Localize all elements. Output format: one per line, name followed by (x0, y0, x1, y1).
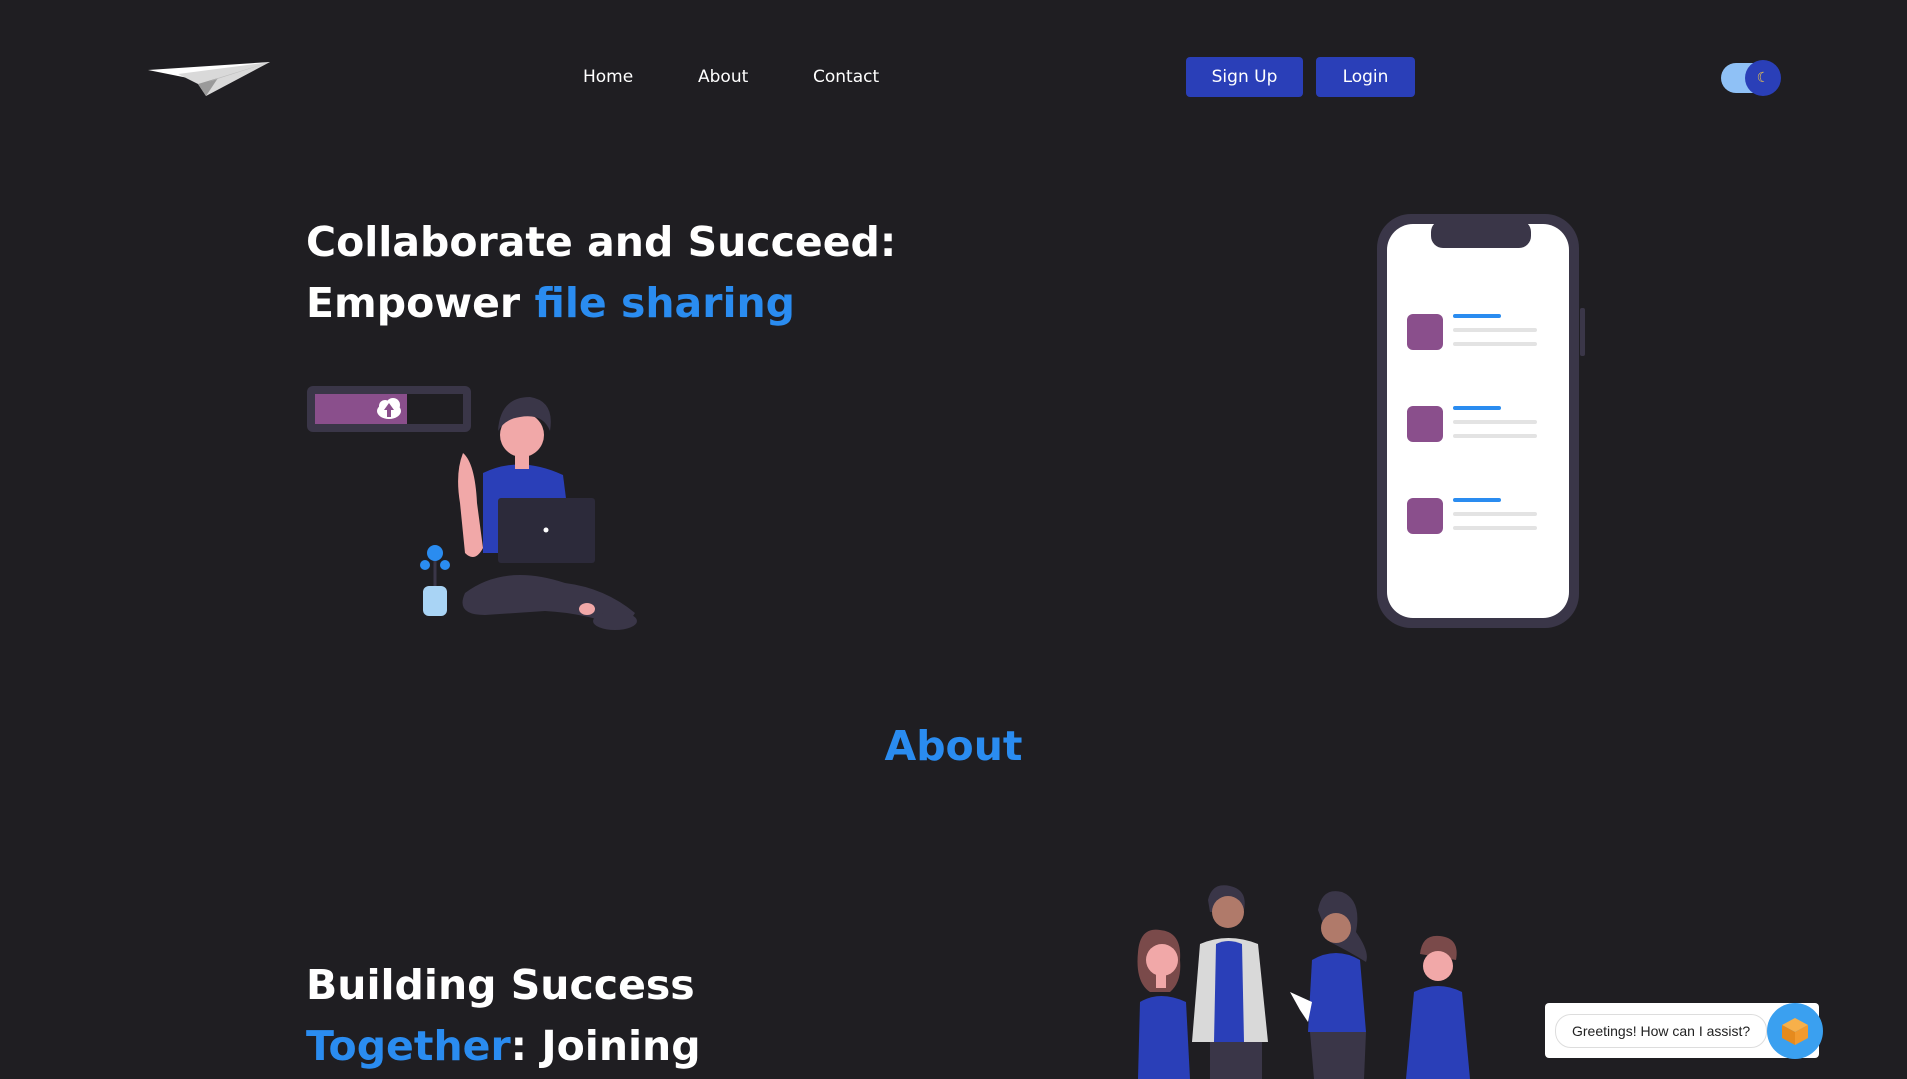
person-uploading-file-illustration (307, 386, 637, 630)
nav-home-link[interactable]: Home (583, 67, 633, 87)
login-button[interactable]: Login (1316, 57, 1415, 97)
phone-file-list-illustration (1377, 214, 1585, 628)
chat-widget: Greetings! How can I assist? (1545, 1003, 1823, 1059)
about-section-heading: About (884, 722, 1023, 770)
about-title-line1: Building Success (306, 961, 695, 1009)
about-title-line2-plain: : Joining (510, 1022, 701, 1070)
nav-about-link[interactable]: About (698, 67, 748, 87)
signup-button[interactable]: Sign Up (1186, 57, 1303, 97)
chat-avatar-button[interactable] (1767, 1003, 1823, 1059)
team-people-illustration (1137, 885, 1470, 1079)
hero-title: Collaborate and Succeed: Empower file sh… (306, 212, 896, 334)
about-title-line2-accent: Together (306, 1022, 511, 1070)
moon-icon: ☾ (1745, 60, 1781, 96)
chat-greeting[interactable]: Greetings! How can I assist? (1555, 1014, 1768, 1048)
paper-plane-logo-icon[interactable] (148, 58, 270, 98)
cube-icon (1782, 1018, 1808, 1045)
hero-title-line1: Collaborate and Succeed: (306, 218, 897, 266)
about-title: Building Success Together: Joining (306, 955, 701, 1077)
hero-title-line2-plain: Empower (306, 279, 535, 327)
nav-contact-link[interactable]: Contact (813, 67, 879, 87)
hero-title-line2-accent: file sharing (534, 279, 796, 327)
theme-toggle[interactable]: ☾ (1721, 60, 1781, 96)
